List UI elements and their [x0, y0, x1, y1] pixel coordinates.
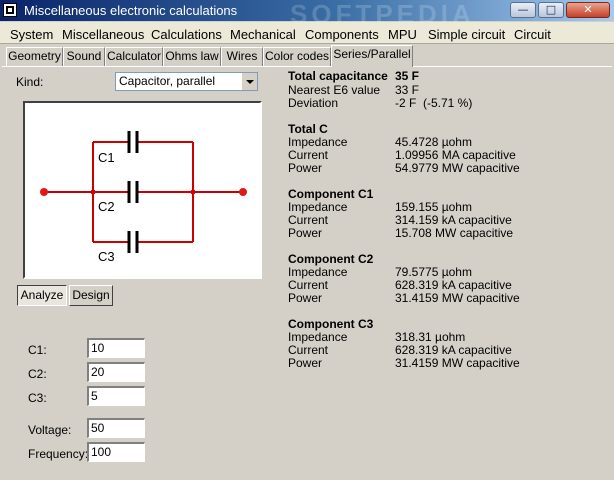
- menu-simple-circuit[interactable]: Simple circuit: [428, 27, 505, 42]
- menu-circuit[interactable]: Circuit: [514, 27, 551, 42]
- terminal-left: [40, 188, 48, 196]
- tab-calculator[interactable]: Calculator: [105, 47, 163, 66]
- c3-input[interactable]: 5: [87, 386, 145, 406]
- c1-impedance-label: Impedance: [288, 200, 348, 214]
- c1-current-label: Current: [288, 213, 329, 227]
- capacitor-plates: [127, 131, 139, 253]
- c3-power-label: Power: [288, 356, 323, 370]
- voltage-input[interactable]: 50: [87, 418, 145, 438]
- close-button[interactable]: ✕: [566, 2, 610, 18]
- nearest-e6-value: 33 F: [395, 83, 420, 97]
- analyze-button[interactable]: Analyze: [17, 285, 67, 306]
- component-c2-heading: Component C2: [288, 252, 374, 266]
- c2-input[interactable]: 20: [87, 362, 145, 382]
- tab-color-codes[interactable]: Color codes: [263, 47, 331, 66]
- frequency-input[interactable]: 100: [87, 442, 145, 462]
- circuit-wires: [44, 141, 243, 243]
- minimize-button[interactable]: —: [510, 2, 536, 18]
- c2-current-value: 628.319 kA capacitive: [395, 278, 512, 292]
- c1-current-value: 314.159 kA capacitive: [395, 213, 512, 227]
- c2-impedance-label: Impedance: [288, 265, 348, 279]
- total-c-impedance-value: 45.4728 µohm: [395, 135, 472, 149]
- label-c1: C1: [98, 150, 115, 165]
- total-c-heading: Total C: [288, 122, 328, 136]
- c3-impedance-value: 318.31 µohm: [395, 330, 466, 344]
- c3-power-value: 31.4159 MW capacitive: [395, 356, 520, 370]
- c3-current-value: 628.319 kA capacitive: [395, 343, 512, 357]
- tab-geometry[interactable]: Geometry: [6, 47, 63, 66]
- nearest-e6-label: Nearest E6 value: [288, 83, 381, 97]
- c2-label: C2:: [28, 367, 47, 381]
- tab-wires[interactable]: Wires: [221, 47, 263, 66]
- deviation-percent: (-5.71 %): [423, 96, 473, 110]
- tab-ohms-law[interactable]: Ohms law: [163, 47, 221, 66]
- terminal-right: [239, 188, 247, 196]
- menu-miscellaneous[interactable]: Miscellaneous: [62, 27, 144, 42]
- component-c3-heading: Component C3: [288, 317, 374, 331]
- menu-components[interactable]: Components: [305, 27, 379, 42]
- kind-select[interactable]: Capacitor, parallel: [115, 72, 258, 91]
- maximize-button[interactable]: □: [538, 2, 564, 18]
- label-c3: C3: [98, 249, 115, 264]
- title-bar[interactable]: Miscellaneous electronic calculations SO…: [0, 0, 614, 29]
- circuit-diagram: C1 C2 C3: [23, 101, 262, 279]
- total-capacitance-value: 35 F: [395, 69, 420, 83]
- c1-power-value: 15.708 MW capacitive: [395, 226, 514, 240]
- tab-strip: Geometry Sound Calculator Ohms law Wires…: [0, 45, 614, 67]
- app-icon[interactable]: [3, 3, 17, 17]
- voltage-label: Voltage:: [28, 423, 72, 437]
- junction-right: [190, 189, 196, 195]
- c3-label: C3:: [28, 391, 47, 405]
- deviation-label: Deviation: [288, 96, 339, 110]
- total-c-current-label: Current: [288, 148, 329, 162]
- c2-power-value: 31.4159 MW capacitive: [395, 291, 520, 305]
- c1-power-label: Power: [288, 226, 323, 240]
- window-title: Miscellaneous electronic calculations: [24, 3, 238, 18]
- total-c-impedance-label: Impedance: [288, 135, 348, 149]
- kind-select-value: Capacitor, parallel: [119, 74, 216, 88]
- c2-current-label: Current: [288, 278, 329, 292]
- c1-impedance-value: 159.155 µohm: [395, 200, 472, 214]
- total-c-power-label: Power: [288, 161, 323, 175]
- menu-bar: System Miscellaneous Calculations Mechan…: [0, 22, 614, 44]
- menu-mpu[interactable]: MPU: [388, 27, 417, 42]
- c3-current-label: Current: [288, 343, 329, 357]
- tab-sound[interactable]: Sound: [63, 47, 105, 66]
- component-c1-heading: Component C1: [288, 187, 374, 201]
- c1-input[interactable]: 10: [87, 338, 145, 358]
- kind-label: Kind:: [16, 75, 44, 89]
- c1-label: C1:: [28, 343, 47, 357]
- menu-system[interactable]: System: [10, 27, 53, 42]
- deviation-value: -2 F: [395, 96, 417, 110]
- menu-calculations[interactable]: Calculations: [151, 27, 222, 42]
- chevron-down-icon[interactable]: [241, 73, 257, 90]
- tab-series-parallel[interactable]: Series/Parallel: [331, 45, 413, 67]
- design-button[interactable]: Design: [69, 285, 113, 306]
- circuit-svg: C1 C2 C3: [40, 131, 247, 264]
- label-c2: C2: [98, 199, 115, 214]
- frequency-label: Frequency:: [28, 447, 89, 461]
- menu-mechanical[interactable]: Mechanical: [230, 27, 296, 42]
- total-c-current-value: 1.09956 MA capacitive: [395, 148, 516, 162]
- total-c-power-value: 54.9779 MW capacitive: [395, 161, 520, 175]
- c2-power-label: Power: [288, 291, 323, 305]
- total-capacitance-label: Total capacitance: [288, 69, 388, 83]
- c2-impedance-value: 79.5775 µohm: [395, 265, 472, 279]
- junction-left: [90, 189, 96, 195]
- c3-impedance-label: Impedance: [288, 330, 348, 344]
